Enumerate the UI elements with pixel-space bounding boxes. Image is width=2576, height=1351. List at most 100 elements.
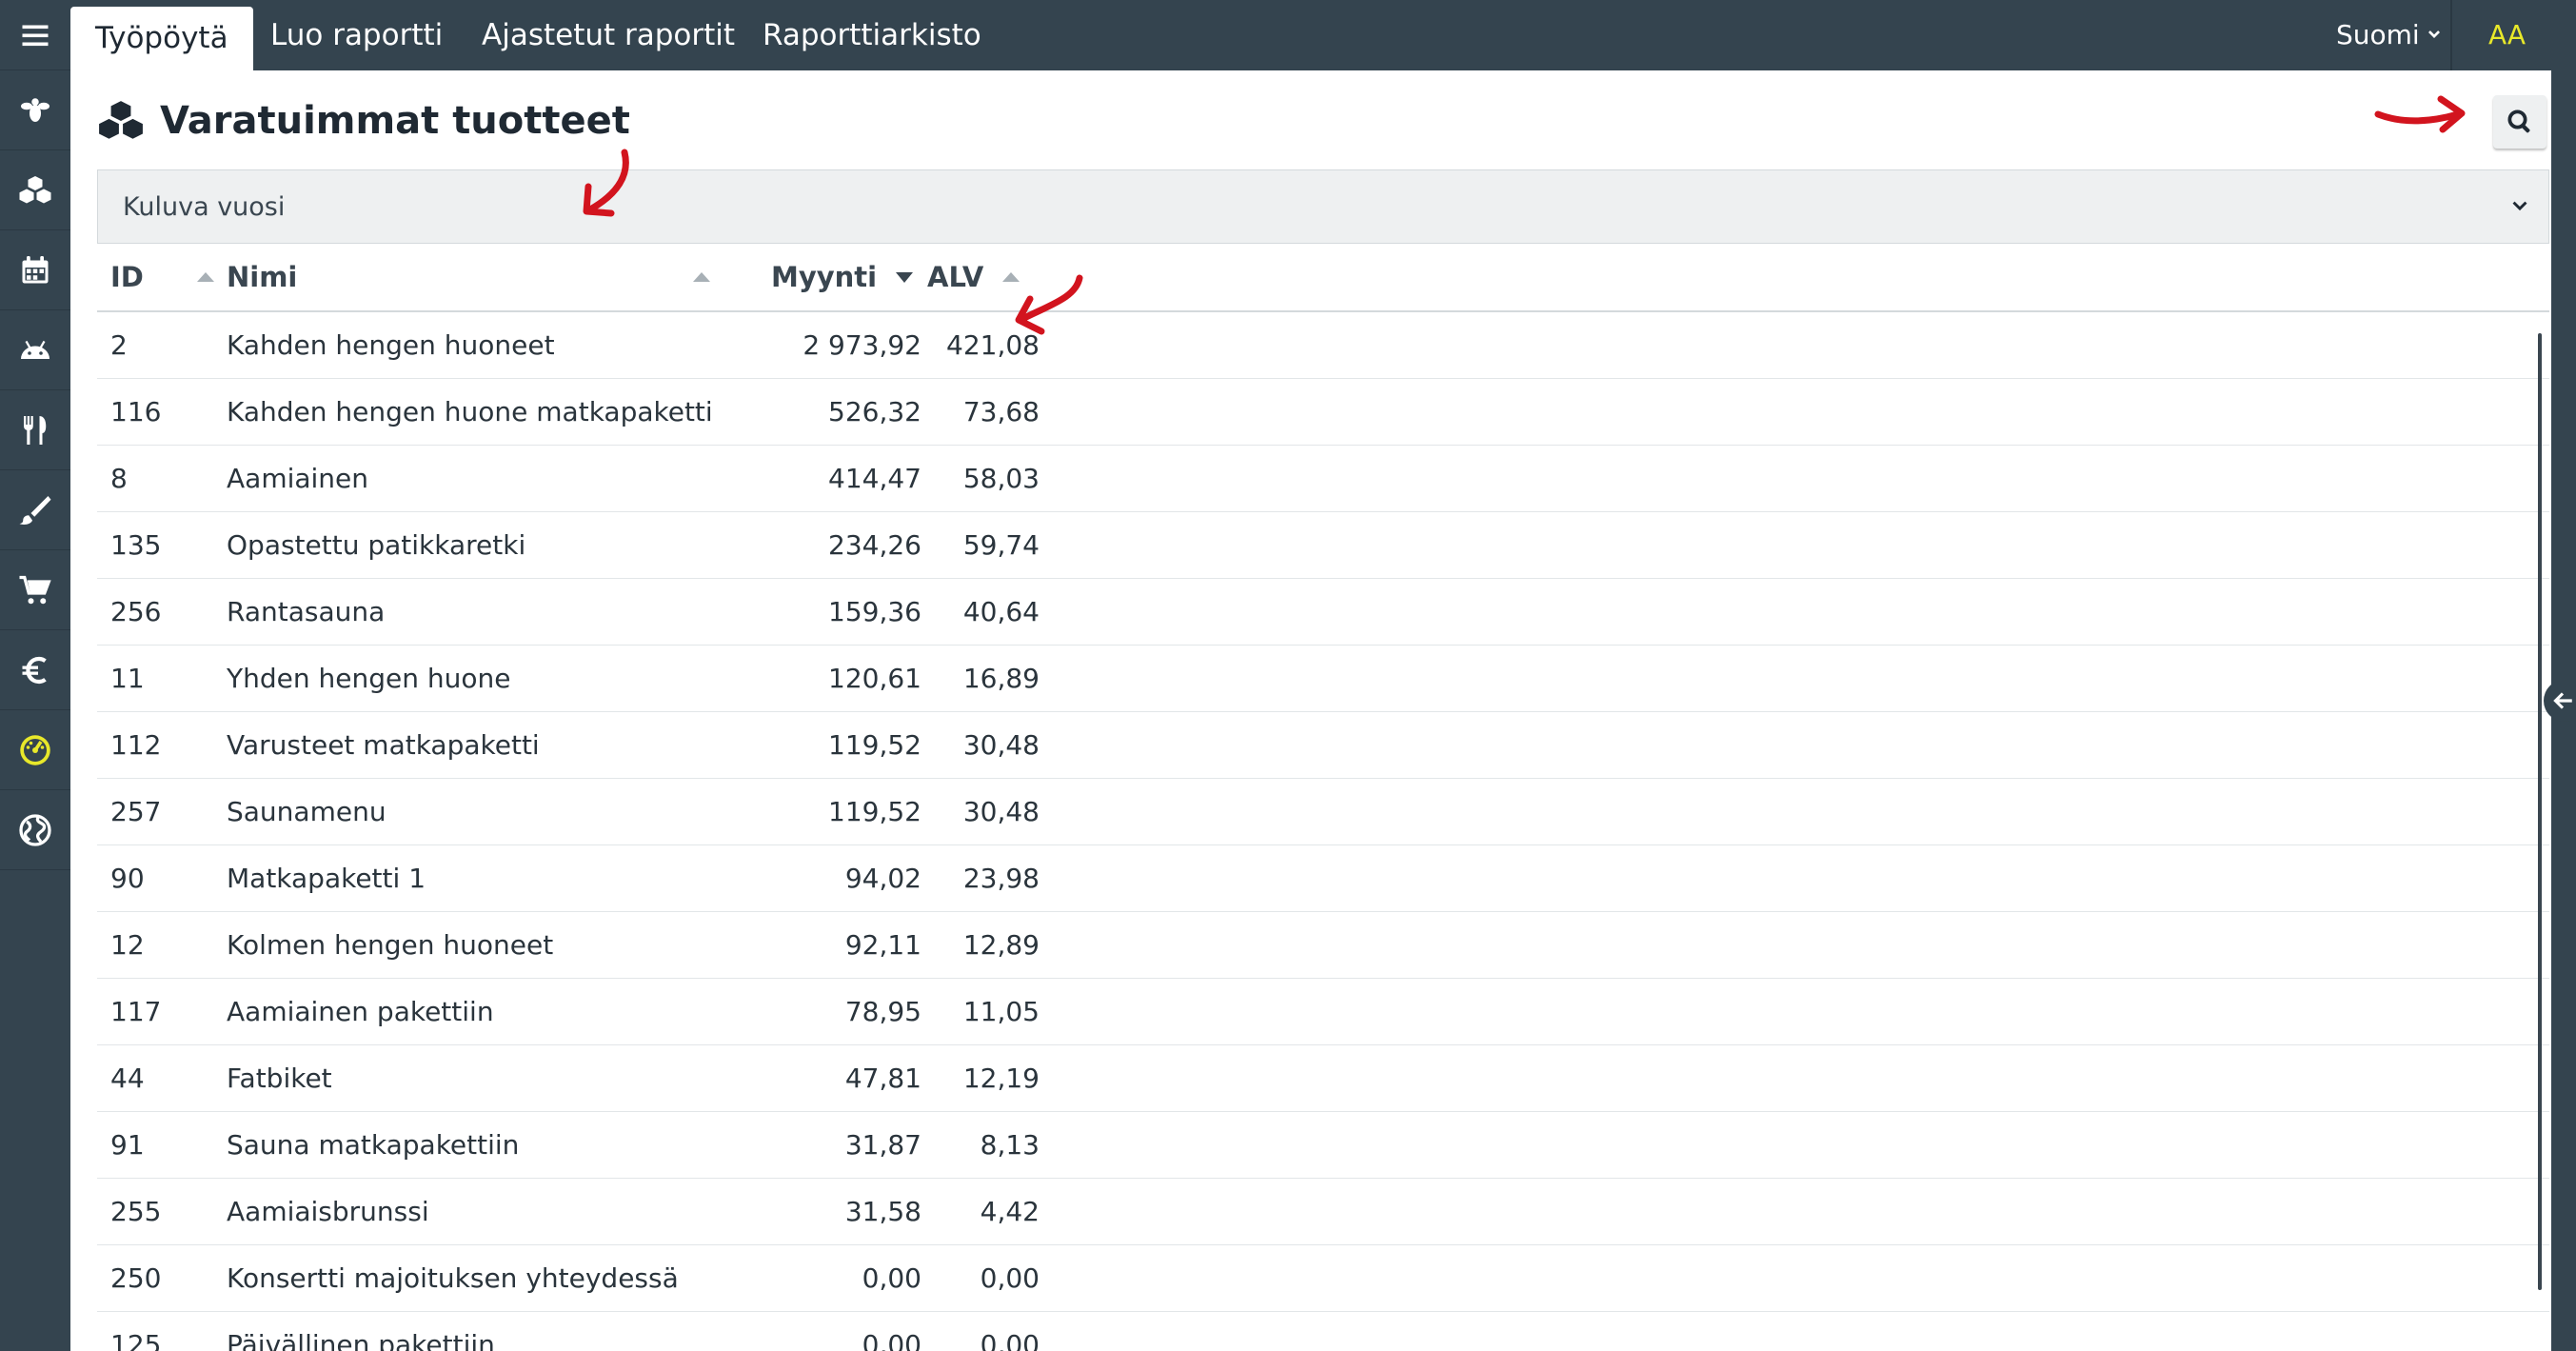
table-row[interactable]: 255 Aamiaisbrunssi 31,58 4,42 (97, 1179, 2549, 1245)
cell-id: 125 (110, 1329, 162, 1351)
cell-id: 12 (110, 929, 145, 961)
cell-vat: 30,48 (962, 796, 1040, 827)
sidebar-item-bee[interactable] (0, 70, 70, 150)
period-select-value: Kuluva vuosi (123, 191, 286, 222)
boxes-icon (19, 175, 51, 203)
cell-sales: 47,81 (844, 1063, 921, 1094)
cell-vat: 73,68 (962, 396, 1040, 427)
sidebar (0, 0, 70, 1351)
sidebar-item-shop[interactable] (0, 550, 70, 630)
chevron-down-icon (2512, 201, 2527, 211)
cell-id: 117 (110, 996, 162, 1027)
cell-vat: 23,98 (962, 863, 1040, 894)
column-header-id-label: ID (110, 261, 144, 293)
annotation-arrow-table (1003, 270, 1089, 350)
sidebar-item-restaurant[interactable] (0, 390, 70, 470)
sidebar-menu-toggle[interactable] (0, 0, 70, 70)
tab-dashboard[interactable]: Työpöytä (70, 7, 253, 70)
arrow-icon (1015, 274, 1083, 335)
android-icon (21, 340, 50, 359)
cell-id: 11 (110, 663, 145, 694)
table-row[interactable]: 91 Sauna matkapakettiin 31,87 8,13 (97, 1112, 2549, 1179)
cell-vat: 58,03 (962, 463, 1040, 494)
cell-name: Kahden hengen huoneet (227, 329, 555, 361)
annotation-arrow-search (2374, 89, 2469, 141)
column-header-name[interactable]: Nimi (227, 244, 711, 310)
table-body: 2 Kahden hengen huoneet 2 973,92 421,08 116 K… (97, 312, 2549, 1351)
column-header-sales-label: Myynti (771, 261, 878, 293)
search-button[interactable] (2493, 95, 2546, 149)
sidebar-item-web[interactable] (0, 790, 70, 870)
cell-id: 44 (110, 1063, 145, 1094)
top-navigation: Työpöytä Luo raportti Ajastetut raportit… (70, 0, 2576, 70)
calendar-icon (22, 255, 49, 283)
cell-vat: 8,13 (980, 1129, 1040, 1161)
products-table: ID Nimi Myynti ALV 2 Kahden hengen huonee… (97, 244, 2549, 1351)
sidebar-item-finance[interactable] (0, 630, 70, 710)
cell-sales: 92,11 (844, 929, 921, 961)
utensils-icon (23, 415, 47, 445)
table-row[interactable]: 44 Fatbiket 47,81 12,19 (97, 1045, 2549, 1112)
brush-icon (19, 495, 51, 525)
cell-id: 116 (110, 396, 162, 427)
page-title-text: Varatuimmat tuotteet (160, 99, 630, 143)
language-selector[interactable]: Suomi (2336, 0, 2443, 70)
cell-vat: 16,89 (962, 663, 1040, 694)
cell-sales: 31,58 (844, 1196, 921, 1227)
table-row[interactable]: 112 Varusteet matkapaketti 119,52 30,48 (97, 712, 2549, 779)
cell-name: Matkapaketti 1 (227, 863, 426, 894)
column-header-sales[interactable]: Myynti (771, 244, 914, 310)
table-row[interactable]: 257 Saunamenu 119,52 30,48 (97, 779, 2549, 845)
cell-name: Rantasauna (227, 596, 386, 627)
bee-icon (21, 97, 50, 122)
table-row[interactable]: 11 Yhden hengen huone 120,61 16,89 (97, 646, 2549, 712)
cell-sales: 0,00 (862, 1262, 921, 1294)
cell-id: 255 (110, 1196, 162, 1227)
table-row[interactable]: 256 Rantasauna 159,36 40,64 (97, 579, 2549, 646)
cell-vat: 0,00 (980, 1329, 1040, 1351)
table-row[interactable]: 125 Päivällinen pakettiin 0,00 0,00 (97, 1312, 2549, 1351)
cell-id: 135 (110, 529, 162, 561)
sidebar-item-products[interactable] (0, 150, 70, 230)
tab-create-report[interactable]: Luo raportti (270, 0, 443, 70)
main-panel: Varatuimmat tuotteet Kuluva vuosi ID Nim… (70, 70, 2551, 1351)
cell-name: Saunamenu (227, 796, 386, 827)
tab-scheduled-reports[interactable]: Ajastetut raportit (482, 0, 735, 70)
tab-report-archive[interactable]: Raporttiarkisto (763, 0, 981, 70)
table-row[interactable]: 8 Aamiainen 414,47 58,03 (97, 446, 2549, 512)
cell-name: Varusteet matkapaketti (227, 729, 540, 761)
sort-up-icon (693, 272, 711, 282)
page-title: Varatuimmat tuotteet (97, 97, 630, 145)
sidebar-item-android[interactable] (0, 310, 70, 390)
chevron-down-icon (2427, 30, 2440, 38)
table-row[interactable]: 117 Aamiainen pakettiin 78,95 11,05 (97, 979, 2549, 1045)
period-select[interactable]: Kuluva vuosi (97, 169, 2549, 244)
search-icon (2507, 109, 2530, 133)
cell-sales: 31,87 (844, 1129, 921, 1161)
cell-sales: 119,52 (828, 729, 921, 761)
cell-id: 2 (110, 329, 128, 361)
cell-sales: 94,02 (844, 863, 921, 894)
cell-id: 8 (110, 463, 128, 494)
cell-name: Opastettu patikkaretki (227, 529, 526, 561)
cell-name: Kolmen hengen huoneet (227, 929, 554, 961)
cell-vat: 11,05 (962, 996, 1040, 1027)
table-scrollbar[interactable] (2538, 333, 2542, 1290)
column-header-id[interactable]: ID (110, 244, 214, 310)
sidebar-item-brush[interactable] (0, 470, 70, 550)
cell-sales: 526,32 (828, 396, 921, 427)
cell-name: Aamiainen (227, 463, 369, 494)
cell-sales: 78,95 (844, 996, 921, 1027)
table-row[interactable]: 2 Kahden hengen huoneet 2 973,92 421,08 (97, 312, 2549, 379)
sidebar-item-reports[interactable] (0, 710, 70, 790)
cell-name: Aamiaisbrunssi (227, 1196, 429, 1227)
table-row[interactable]: 135 Opastettu patikkaretki 234,26 59,74 (97, 512, 2549, 579)
table-row[interactable]: 116 Kahden hengen huone matkapaketti 526,3… (97, 379, 2549, 446)
font-size-toggle[interactable]: AA (2488, 0, 2526, 70)
table-row[interactable]: 250 Konsertti majoituksen yhteydessä 0,00 0… (97, 1245, 2549, 1312)
table-row[interactable]: 12 Kolmen hengen huoneet 92,11 12,89 (97, 912, 2549, 979)
globe-icon (19, 813, 51, 846)
sidebar-item-calendar[interactable] (0, 230, 70, 310)
cell-name: Konsertti majoituksen yhteydessä (227, 1262, 679, 1294)
table-row[interactable]: 90 Matkapaketti 1 94,02 23,98 (97, 845, 2549, 912)
